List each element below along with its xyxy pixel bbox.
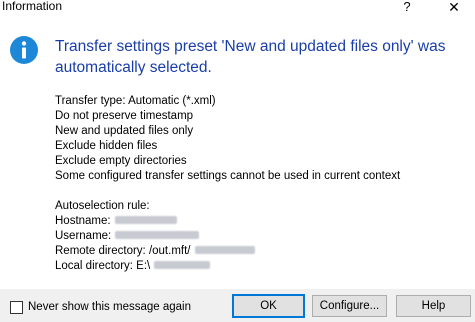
- never-show-checkbox[interactable]: Never show this message again: [10, 300, 191, 314]
- title-bar: Information ? ✕: [0, 0, 475, 15]
- redacted-username: [115, 230, 200, 239]
- close-button[interactable]: ✕: [443, 0, 465, 15]
- details-text: Transfer type: Automatic (*.xml) Do not …: [55, 94, 465, 274]
- detail-line: Exclude empty directories: [55, 155, 187, 167]
- detail-line: Exclude hidden files: [55, 140, 158, 152]
- detail-line: Transfer type: Automatic (*.xml): [55, 95, 216, 107]
- detail-line: New and updated files only: [55, 125, 194, 137]
- configure-button[interactable]: Configure...: [312, 295, 387, 317]
- hostname-label: Hostname:: [55, 215, 111, 227]
- window-title: Information: [2, 0, 63, 13]
- detail-line: Some configured transfer settings cannot…: [55, 170, 401, 182]
- help-button[interactable]: Help: [396, 295, 471, 317]
- hostname-row: Hostname:: [55, 214, 465, 229]
- username-row: Username:: [55, 229, 465, 244]
- remote-directory-label: Remote directory: /out.mft/: [55, 245, 191, 257]
- redacted-hostname: [114, 215, 177, 224]
- redacted-local-path: [154, 260, 211, 269]
- info-icon: [10, 36, 38, 64]
- main-message: Transfer settings preset 'New and update…: [55, 38, 446, 76]
- information-dialog: Information ? ✕ Transfer settings preset…: [0, 0, 475, 322]
- remote-directory-row: Remote directory: /out.mft/: [55, 244, 465, 259]
- button-bar: Never show this message again OK Configu…: [0, 289, 475, 322]
- checkbox-box[interactable]: [10, 300, 23, 314]
- redacted-remote-path: [194, 245, 255, 254]
- autoselection-rule-label: Autoselection rule:: [55, 200, 150, 212]
- username-label: Username:: [55, 230, 112, 242]
- never-show-label[interactable]: Never show this message again: [28, 301, 191, 313]
- local-directory-row: Local directory: E:\: [55, 259, 465, 274]
- help-title-button[interactable]: ?: [400, 0, 414, 15]
- detail-line: Do not preserve timestamp: [55, 110, 194, 122]
- ok-button[interactable]: OK: [232, 294, 305, 318]
- local-directory-label: Local directory: E:\: [55, 260, 151, 272]
